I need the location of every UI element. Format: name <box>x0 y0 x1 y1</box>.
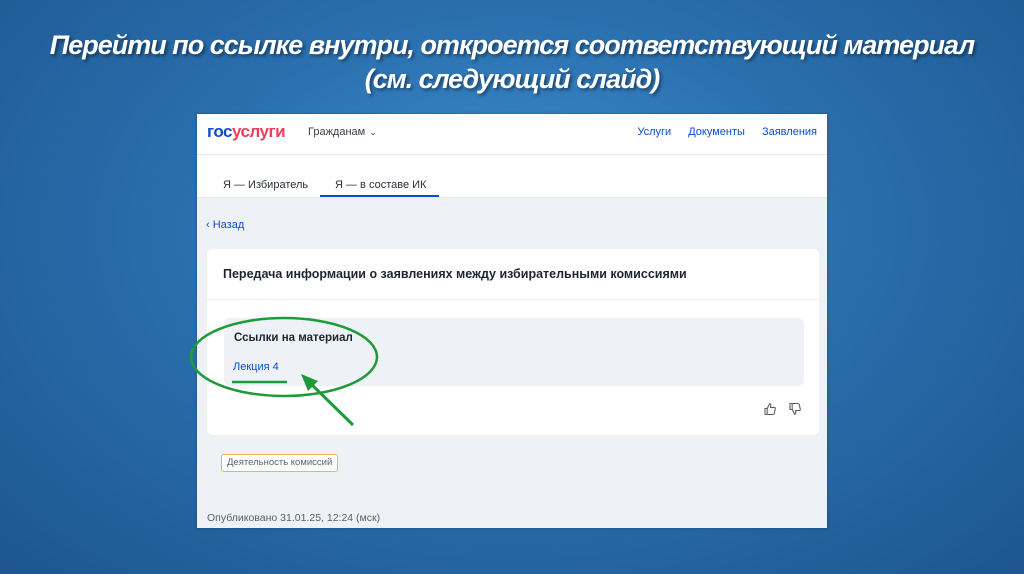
annotation-overlay <box>189 316 379 427</box>
highlight-ellipse <box>189 316 379 398</box>
